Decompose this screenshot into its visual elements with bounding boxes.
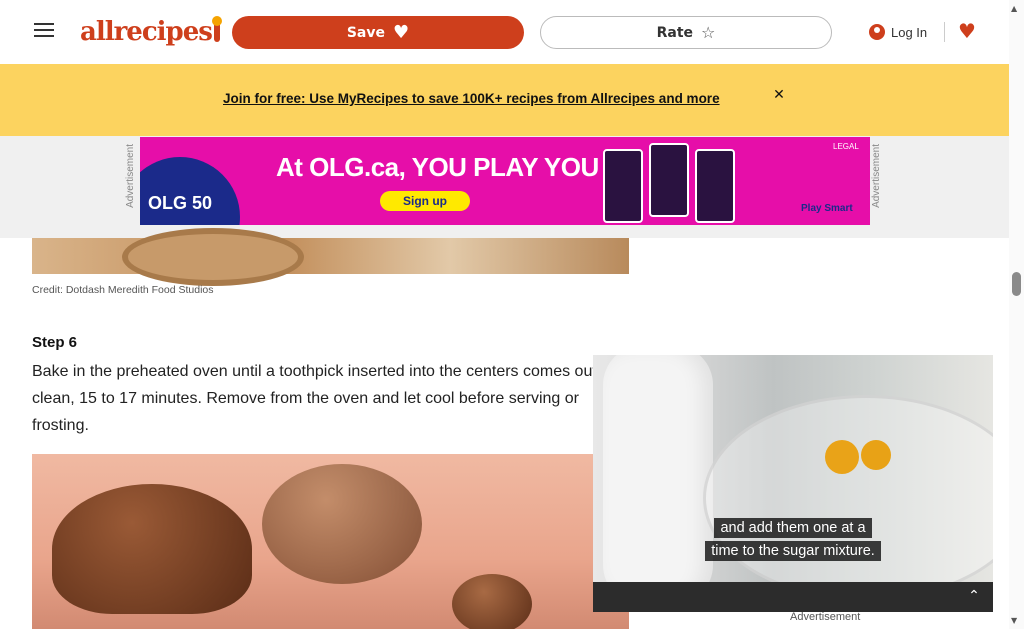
promo-banner: Join for free: Use MyRecipes to save 100… (0, 64, 1009, 136)
rate-label: Rate (656, 24, 694, 41)
ad-phone-image (695, 149, 735, 223)
user-icon (869, 24, 885, 40)
step-text: Bake in the preheated oven until a tooth… (32, 363, 597, 434)
site-header: allrecipes Save ♥ Rate ☆ Log In ♥ (0, 0, 1009, 64)
caption-line-1: and add them one at a (714, 518, 872, 538)
chevron-up-icon[interactable]: ⌃ (962, 584, 986, 608)
ad-headline: At OLG.ca, YOU PLAY YOU (276, 152, 599, 182)
ad-sun-graphic (140, 157, 240, 225)
logo-text: allrecipes (80, 17, 213, 47)
scroll-down-icon[interactable]: ▼ (1011, 616, 1017, 625)
ad-brand: OLG 50 (148, 193, 213, 213)
ad-phone-image (603, 149, 643, 223)
video-ad-label: Advertisement (790, 611, 861, 623)
favorites-heart-icon[interactable]: ♥ (955, 18, 979, 44)
join-free-link[interactable]: Join for free: Use MyRecipes to save 100… (223, 91, 720, 106)
ad-side-label-left: Advertisement (125, 144, 136, 208)
login-label: Log In (891, 24, 928, 40)
save-button[interactable]: Save ♥ (232, 16, 524, 49)
ad-legal[interactable]: LEGAL (833, 142, 859, 151)
star-icon: ☆ (701, 23, 716, 42)
scrollbar-track[interactable] (1009, 0, 1024, 629)
rate-button[interactable]: Rate ☆ (540, 16, 832, 49)
olg-banner-ad[interactable]: OLG 50 At OLG.ca, YOU PLAY YOU Sign up L… (140, 137, 870, 225)
caption-line-2: time to the sugar mixture. (705, 541, 881, 561)
step-title: Step 6 (32, 334, 78, 351)
photo-credit: Credit: Dotdash Meredith Food Studios (32, 284, 214, 296)
cupcakes-photo (32, 454, 629, 629)
close-icon[interactable]: ✕ (771, 82, 787, 108)
recipe-photo-top (32, 228, 629, 286)
save-label: Save (346, 24, 385, 41)
ad-signup-button[interactable]: Sign up (380, 191, 470, 211)
ad-playsmart: Play Smart (801, 203, 853, 214)
ad-phone-image (649, 143, 689, 217)
scrollbar-thumb[interactable] (1012, 272, 1021, 296)
menu-icon[interactable] (30, 16, 58, 44)
login-button[interactable]: Log In (869, 20, 927, 44)
allrecipes-logo[interactable]: allrecipes (80, 16, 222, 48)
video-control-bar (593, 582, 993, 612)
ad-side-label-right: Advertisement (871, 144, 882, 208)
logo-dot-icon (211, 16, 222, 42)
video-caption: and add them one at a time to the sugar … (700, 517, 886, 563)
header-divider (944, 22, 945, 42)
scroll-up-icon[interactable]: ▲ (1011, 4, 1017, 13)
heart-icon: ♥ (393, 22, 410, 43)
